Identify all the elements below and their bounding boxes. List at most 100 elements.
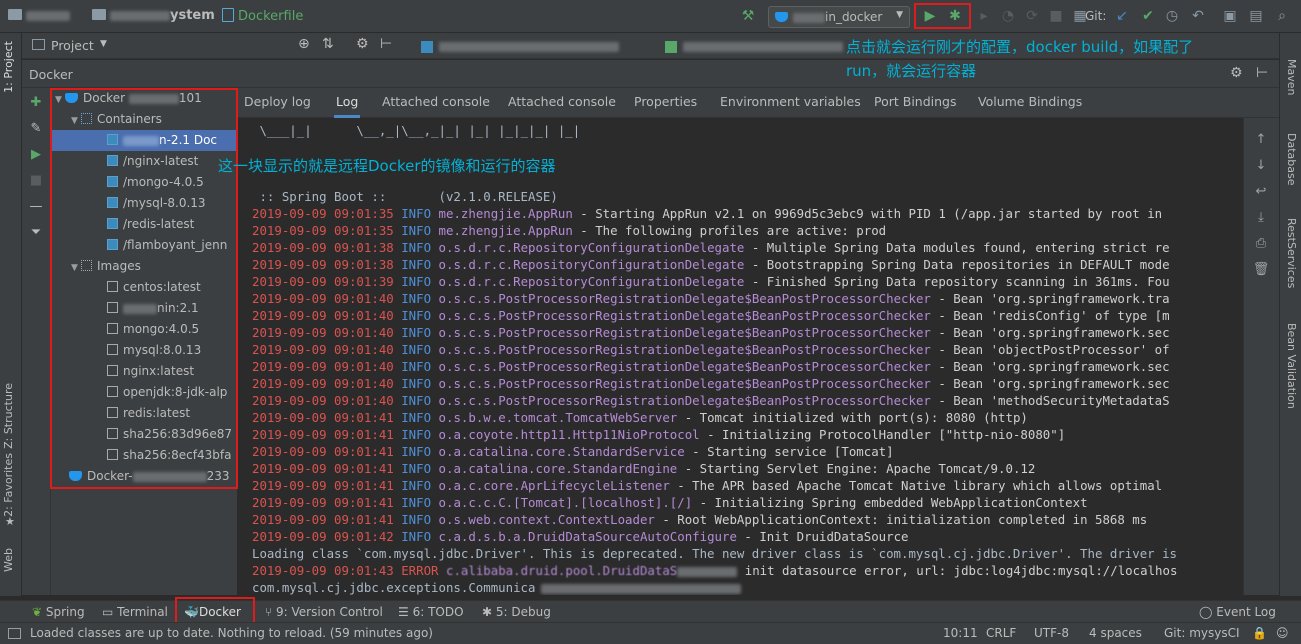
log-line-plain: Loading class `com.mysql.jdbc.Driver'. T… xyxy=(252,546,1178,561)
sdk-icon[interactable]: ▤ xyxy=(1246,6,1266,26)
detail-tabs: Deploy log Log Attached console Attached… xyxy=(238,88,1279,118)
git-branch[interactable]: Git: mysysCI xyxy=(1164,626,1240,640)
breadcrumb-file[interactable]: Dockerfile xyxy=(222,8,303,24)
list-icon: ☰ xyxy=(398,605,409,619)
log-console[interactable]: \___|_| \__,_|\__,_|_| |_| |_|_|_| |_| :… xyxy=(238,118,1243,595)
tab-restservices[interactable]: RestServices xyxy=(1285,218,1298,288)
hide-panel-icon[interactable]: ⊢ xyxy=(380,36,392,52)
inspector-icon[interactable]: ☺ xyxy=(1276,626,1289,640)
soft-wrap-icon[interactable]: ↩ xyxy=(1252,182,1270,200)
log-line: 2019-09-09 09:01:40 INFO o.s.c.s.PostPro… xyxy=(252,376,1170,391)
event-log-icon: ◯ xyxy=(1199,605,1213,619)
gear-icon[interactable]: ⚙ xyxy=(356,36,369,52)
lock-icon[interactable]: 🔒 xyxy=(1252,626,1267,640)
arrow-up-icon[interactable]: ↑ xyxy=(1252,130,1270,148)
tab-spring[interactable]: ❦ Spring xyxy=(32,603,85,621)
settings-structure-icon[interactable]: ▣ xyxy=(1220,6,1240,26)
breadcrumb-root[interactable] xyxy=(8,8,70,23)
tree-highlight-box xyxy=(50,88,238,489)
run-highlight-box xyxy=(914,3,971,29)
arrow-down-icon[interactable]: ↓ xyxy=(1252,156,1270,174)
tab-version-control[interactable]: ⑂ 9: Version Control xyxy=(265,603,383,621)
search-icon[interactable]: ⌕ xyxy=(1272,6,1292,26)
tab-terminal[interactable]: ▭ Terminal xyxy=(102,603,168,621)
log-line-error: 2019-09-09 09:01:43 ERROR c.alibaba.drui… xyxy=(252,563,1178,578)
tab-volume-bindings[interactable]: Volume Bindings xyxy=(978,88,1082,118)
tab-web[interactable]: Web xyxy=(2,548,15,572)
tab-event-log[interactable]: ◯ Event Log xyxy=(1199,603,1276,621)
indent-setting[interactable]: 4 spaces xyxy=(1089,626,1142,640)
tab-structure[interactable]: Z: Structure xyxy=(2,383,15,449)
log-line: 2019-09-09 09:01:40 INFO o.s.c.s.PostPro… xyxy=(252,325,1170,340)
log-line: 2019-09-09 09:01:41 INFO o.s.web.context… xyxy=(252,512,1148,527)
file-encoding[interactable]: UTF-8 xyxy=(1034,626,1069,640)
tab-attached-console[interactable]: Attached console xyxy=(382,88,490,118)
scroll-to-end-icon[interactable]: ⤓ xyxy=(1252,208,1270,226)
tab-log[interactable]: Log xyxy=(334,88,361,118)
git-update-icon[interactable]: ↙ xyxy=(1112,6,1132,26)
log-line: 2019-09-09 09:01:40 INFO o.s.c.s.PostPro… xyxy=(252,393,1170,408)
project-panel-title[interactable]: Project xyxy=(51,38,94,53)
breadcrumb-project[interactable]: ystem xyxy=(92,8,215,23)
log-line: 2019-09-09 09:01:35 INFO me.zhengjie.App… xyxy=(252,223,887,238)
file-icon xyxy=(665,41,677,53)
editor-tab-2[interactable] xyxy=(683,42,843,52)
folder-icon xyxy=(8,9,22,20)
cursor-position[interactable]: 10:11 xyxy=(943,626,978,640)
git-label: Git: xyxy=(1085,9,1107,23)
build-hammer-icon[interactable]: ⚒ xyxy=(738,6,758,26)
hide-panel-icon[interactable]: ⊢ xyxy=(1256,65,1268,81)
log-toolbar: ↑ ↓ ↩ ⤓ ⎙ 🗑 xyxy=(1243,118,1279,595)
tab-database[interactable]: Database xyxy=(1285,133,1298,186)
tab-properties[interactable]: Properties xyxy=(634,88,697,118)
tab-environment-variables[interactable]: Environment variables xyxy=(720,88,861,118)
git-commit-icon[interactable]: ✔ xyxy=(1138,6,1158,26)
tab-project[interactable]: 1: Project xyxy=(2,41,15,93)
tab-maven[interactable]: Maven xyxy=(1285,59,1298,95)
start-icon[interactable]: ▶ xyxy=(28,146,44,162)
tab-attached-console-2[interactable]: Attached console xyxy=(508,88,616,118)
status-icon xyxy=(8,628,21,639)
log-line: 2019-09-09 09:01:41 INFO o.a.c.c.C.[Tomc… xyxy=(252,495,1088,510)
gear-icon[interactable]: ⚙ xyxy=(1230,65,1243,81)
clear-icon[interactable]: 🗑 xyxy=(1252,260,1270,278)
tab-deploy-log[interactable]: Deploy log xyxy=(244,88,311,118)
print-icon[interactable]: ⎙ xyxy=(1252,234,1270,252)
project-icon xyxy=(32,39,45,50)
deploy-icon[interactable]: ✚ xyxy=(28,94,44,110)
tab-bean-validation[interactable]: Bean Validation xyxy=(1285,323,1298,409)
line-separator[interactable]: CRLF xyxy=(986,626,1016,640)
tab-favorites[interactable]: 2: Favorites xyxy=(2,453,15,517)
tab-debug[interactable]: ✱ 5: Debug xyxy=(482,603,551,621)
docker-actions-toolbar: ✚ ✎ ▶ ■ — ⏷ xyxy=(22,88,51,595)
stop-icon: ■ xyxy=(29,172,43,188)
chevron-down-icon: ▼ xyxy=(896,10,903,20)
log-line: 2019-09-09 09:01:40 INFO o.s.c.s.PostPro… xyxy=(252,342,1170,357)
collapse-all-icon[interactable]: ⇅ xyxy=(322,36,334,52)
filter-icon[interactable]: ⏷ xyxy=(28,224,44,240)
file-icon xyxy=(421,41,433,53)
edit-icon[interactable]: ✎ xyxy=(28,120,44,136)
locate-icon[interactable]: ⊕ xyxy=(298,36,310,52)
git-history-icon[interactable]: ◷ xyxy=(1162,6,1182,26)
attach-icon: ⟳ xyxy=(1026,8,1038,24)
log-line: 2019-09-09 09:01:35 INFO me.zhengjie.App… xyxy=(252,206,1163,221)
profile-icon: ◔ xyxy=(1001,8,1015,24)
tab-todo[interactable]: ☰ 6: TODO xyxy=(398,603,464,621)
dockerfile-icon xyxy=(222,8,234,22)
log-line: 2019-09-09 09:01:41 INFO o.a.catalina.co… xyxy=(252,461,1036,476)
tab-port-bindings[interactable]: Port Bindings xyxy=(874,88,957,118)
log-line: 2019-09-09 09:01:40 INFO o.s.c.s.PostPro… xyxy=(252,359,1170,374)
docker-panel-title: Docker xyxy=(29,67,73,82)
run-configuration-select[interactable]: in_docker ▼ xyxy=(768,6,910,28)
status-message[interactable]: Loaded classes are up to date. Nothing t… xyxy=(30,626,433,640)
annotation-run: 点击就会运行刚才的配置，docker build，如果配了 xyxy=(846,38,1194,56)
bug-icon: ✱ xyxy=(482,605,493,619)
log-line: 2019-09-09 09:01:39 INFO o.s.d.r.c.Repos… xyxy=(252,274,1170,289)
log-line: 2019-09-09 09:01:40 INFO o.s.c.s.PostPro… xyxy=(252,291,1170,306)
git-revert-icon[interactable]: ↶ xyxy=(1188,6,1208,26)
collapse-icon[interactable]: — xyxy=(28,198,44,214)
editor-tab-1[interactable] xyxy=(439,42,619,52)
log-line: 2019-09-09 09:01:38 INFO o.s.d.r.c.Repos… xyxy=(252,257,1170,272)
chevron-down-icon[interactable]: ▼ xyxy=(100,39,107,49)
